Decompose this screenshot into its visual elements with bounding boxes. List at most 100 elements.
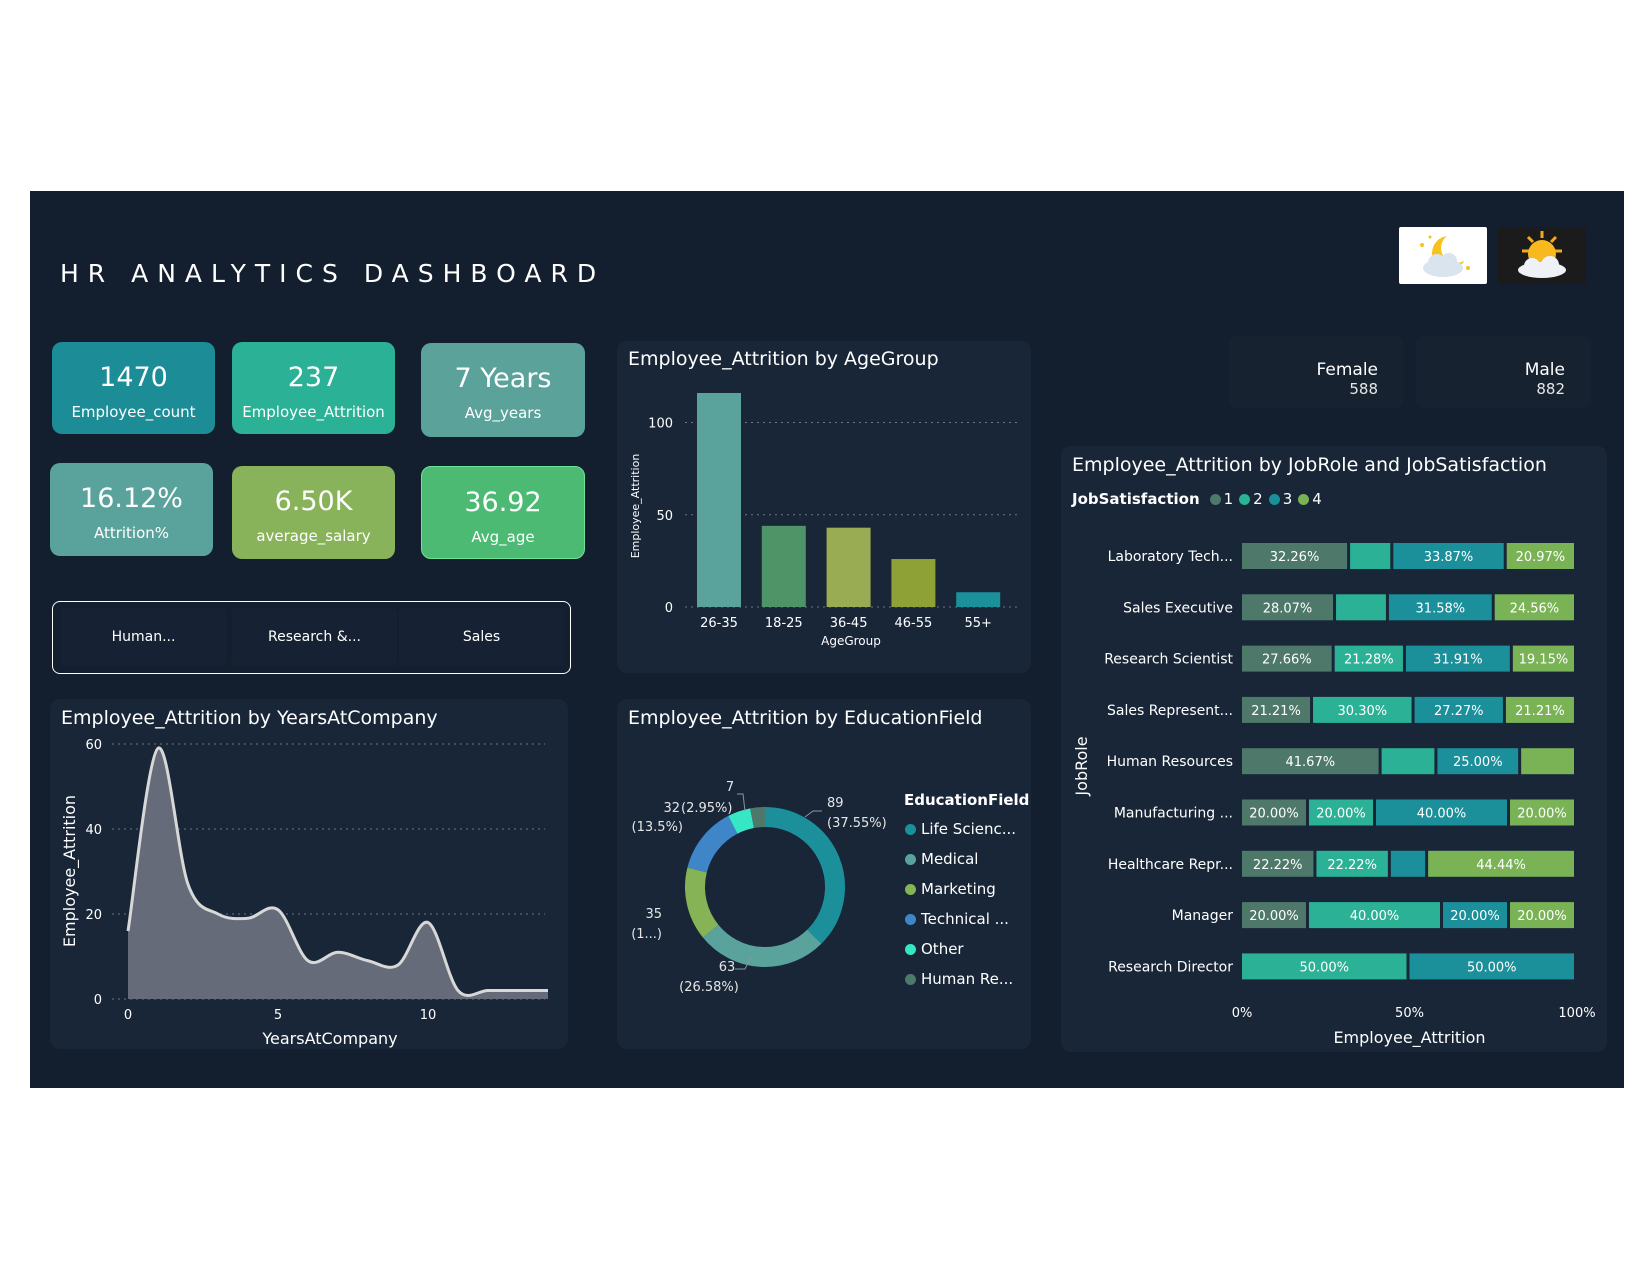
category-label: Manager <box>1172 908 1234 924</box>
category-label: Human Resources <box>1107 754 1233 770</box>
data-label: 7 <box>726 780 734 795</box>
data-label: 20.00% <box>1316 807 1366 822</box>
data-label: 28.07% <box>1263 601 1313 616</box>
donut-slice <box>687 815 738 873</box>
data-label: 50.00% <box>1467 960 1517 975</box>
leader-line <box>804 810 822 818</box>
data-label: 35 <box>645 907 662 922</box>
data-label: 40.00% <box>1417 807 1467 822</box>
data-label: 20.00% <box>1249 909 1299 924</box>
y-tick-label: 20 <box>85 908 102 923</box>
y-tick-label: 0 <box>94 993 102 1008</box>
data-label: 32 <box>663 801 680 816</box>
data-label: 20.00% <box>1450 909 1500 924</box>
y-tick-label: 0 <box>665 601 673 616</box>
data-label: (1...) <box>631 927 662 942</box>
bar <box>826 527 871 607</box>
legend-marker <box>905 973 916 985</box>
educationfield-chart-panel: Employee_Attrition by EducationField 89(… <box>617 699 1031 1049</box>
jobrole-stacked-bar-chart: Laboratory Tech... 32.26% 33.87% 20.97% Sale… <box>1072 543 1596 1048</box>
kpi-label: Attrition% <box>93 524 170 542</box>
legend-title: EducationField <box>904 791 1030 809</box>
data-label: 31.91% <box>1433 653 1483 668</box>
x-axis-label: YearsAtCompany <box>261 1029 397 1048</box>
data-label: 50.00% <box>1299 960 1349 975</box>
data-label: 30.30% <box>1338 704 1388 719</box>
legend-item: Technical ... <box>905 904 1016 934</box>
legend-marker <box>905 853 916 865</box>
legend-item: Marketing <box>905 874 1016 904</box>
donut-slice <box>764 807 845 944</box>
gender-label: Female <box>1316 360 1378 380</box>
jobrole-chart-panel: Employee_Attrition by JobRole and JobSat… <box>1061 446 1607 1052</box>
sun-cloud-icon <box>1518 231 1566 278</box>
y-tick-label: 100 <box>648 417 673 432</box>
data-label: 63 <box>719 960 736 975</box>
data-label: 33.87% <box>1424 550 1474 565</box>
bar <box>891 559 936 607</box>
legend-label: Human Re... <box>921 970 1014 988</box>
category-label: Manufacturing ... <box>1114 806 1233 822</box>
kpi-value: 1470 <box>99 362 168 393</box>
data-label: (13.5%) <box>632 820 683 835</box>
x-tick-label: 100% <box>1558 1006 1595 1021</box>
bar-segment <box>1521 748 1574 775</box>
data-label: 27.27% <box>1434 704 1484 719</box>
kpi-value: 16.12% <box>80 483 183 514</box>
legend-item: Human Re... <box>905 964 1016 994</box>
y-tick-label: 60 <box>85 738 102 753</box>
kpi-value: 6.50K <box>274 486 353 517</box>
bar-segment <box>1381 748 1435 775</box>
x-tick-label: 0% <box>1232 1006 1253 1021</box>
data-label: 22.22% <box>1253 858 1303 873</box>
legend-label: Marketing <box>921 880 996 898</box>
x-axis-label: Employee_Attrition <box>1333 1028 1485 1048</box>
x-tick-label: 36-45 <box>830 616 868 631</box>
day-theme-button[interactable] <box>1498 227 1586 284</box>
category-label: Sales Executive <box>1123 600 1233 616</box>
data-label: 27.66% <box>1262 653 1312 668</box>
data-label: 31.58% <box>1416 601 1466 616</box>
data-label: 19.15% <box>1519 653 1569 668</box>
legend-label: Technical ... <box>921 910 1009 928</box>
bar <box>956 592 1001 607</box>
kpi-attrition-percent: 16.12% Attrition% <box>50 463 213 556</box>
data-label: 20.00% <box>1517 807 1567 822</box>
kpi-label: average_salary <box>256 527 371 545</box>
legend-item: Other <box>905 934 1016 964</box>
night-theme-button[interactable] <box>1399 227 1487 284</box>
kpi-label: Avg_years <box>464 404 542 422</box>
data-label: 21.21% <box>1251 704 1301 719</box>
data-label: 20.00% <box>1249 807 1299 822</box>
dashboard-canvas: HR ANALYTICS DASHBOARD 1470 Employee_cou… <box>30 191 1624 1088</box>
gender-count: 882 <box>1536 380 1565 398</box>
department-slicer: Human... Research &... Sales <box>52 601 571 674</box>
page-title: HR ANALYTICS DASHBOARD <box>60 259 606 288</box>
y-tick-label: 40 <box>85 823 102 838</box>
legend-item: Medical <box>905 844 1016 874</box>
yearsatcompany-chart-panel: Employee_Attrition by YearsAtCompany 0 20… <box>50 699 568 1049</box>
agegroup-chart-panel: Employee_Attrition by AgeGroup 0 50 100 26-… <box>617 341 1031 673</box>
y-axis-label: JobRole <box>1072 736 1091 796</box>
kpi-avg-age: 36.92 Avg_age <box>421 466 585 559</box>
agegroup-bar-chart: 0 50 100 26-35 18-25 36-45 46-55 55+ AgeGroup Emp… <box>629 393 1017 648</box>
data-label: 20.00% <box>1517 909 1567 924</box>
slicer-item-human-resources[interactable]: Human... <box>61 608 226 666</box>
data-label: 22.22% <box>1327 858 1377 873</box>
bar-segment <box>1336 594 1386 621</box>
legend-label: Medical <box>921 850 979 868</box>
kpi-label: Employee_count <box>71 403 196 421</box>
slicer-item-research-development[interactable]: Research &... <box>232 608 397 666</box>
slicer-item-sales[interactable]: Sales <box>399 608 564 666</box>
kpi-value: 237 <box>287 362 340 393</box>
bar-segment <box>1390 850 1426 877</box>
legend-marker <box>905 883 916 895</box>
legend-marker <box>905 823 916 835</box>
y-tick-label: 50 <box>656 509 673 524</box>
donut-slice <box>702 924 822 967</box>
data-label: 40.00% <box>1350 909 1400 924</box>
kpi-label: Avg_age <box>471 528 535 546</box>
category-label: Sales Represent... <box>1107 703 1233 719</box>
category-label: Healthcare Repr... <box>1108 857 1233 873</box>
donut-slice <box>750 807 766 829</box>
